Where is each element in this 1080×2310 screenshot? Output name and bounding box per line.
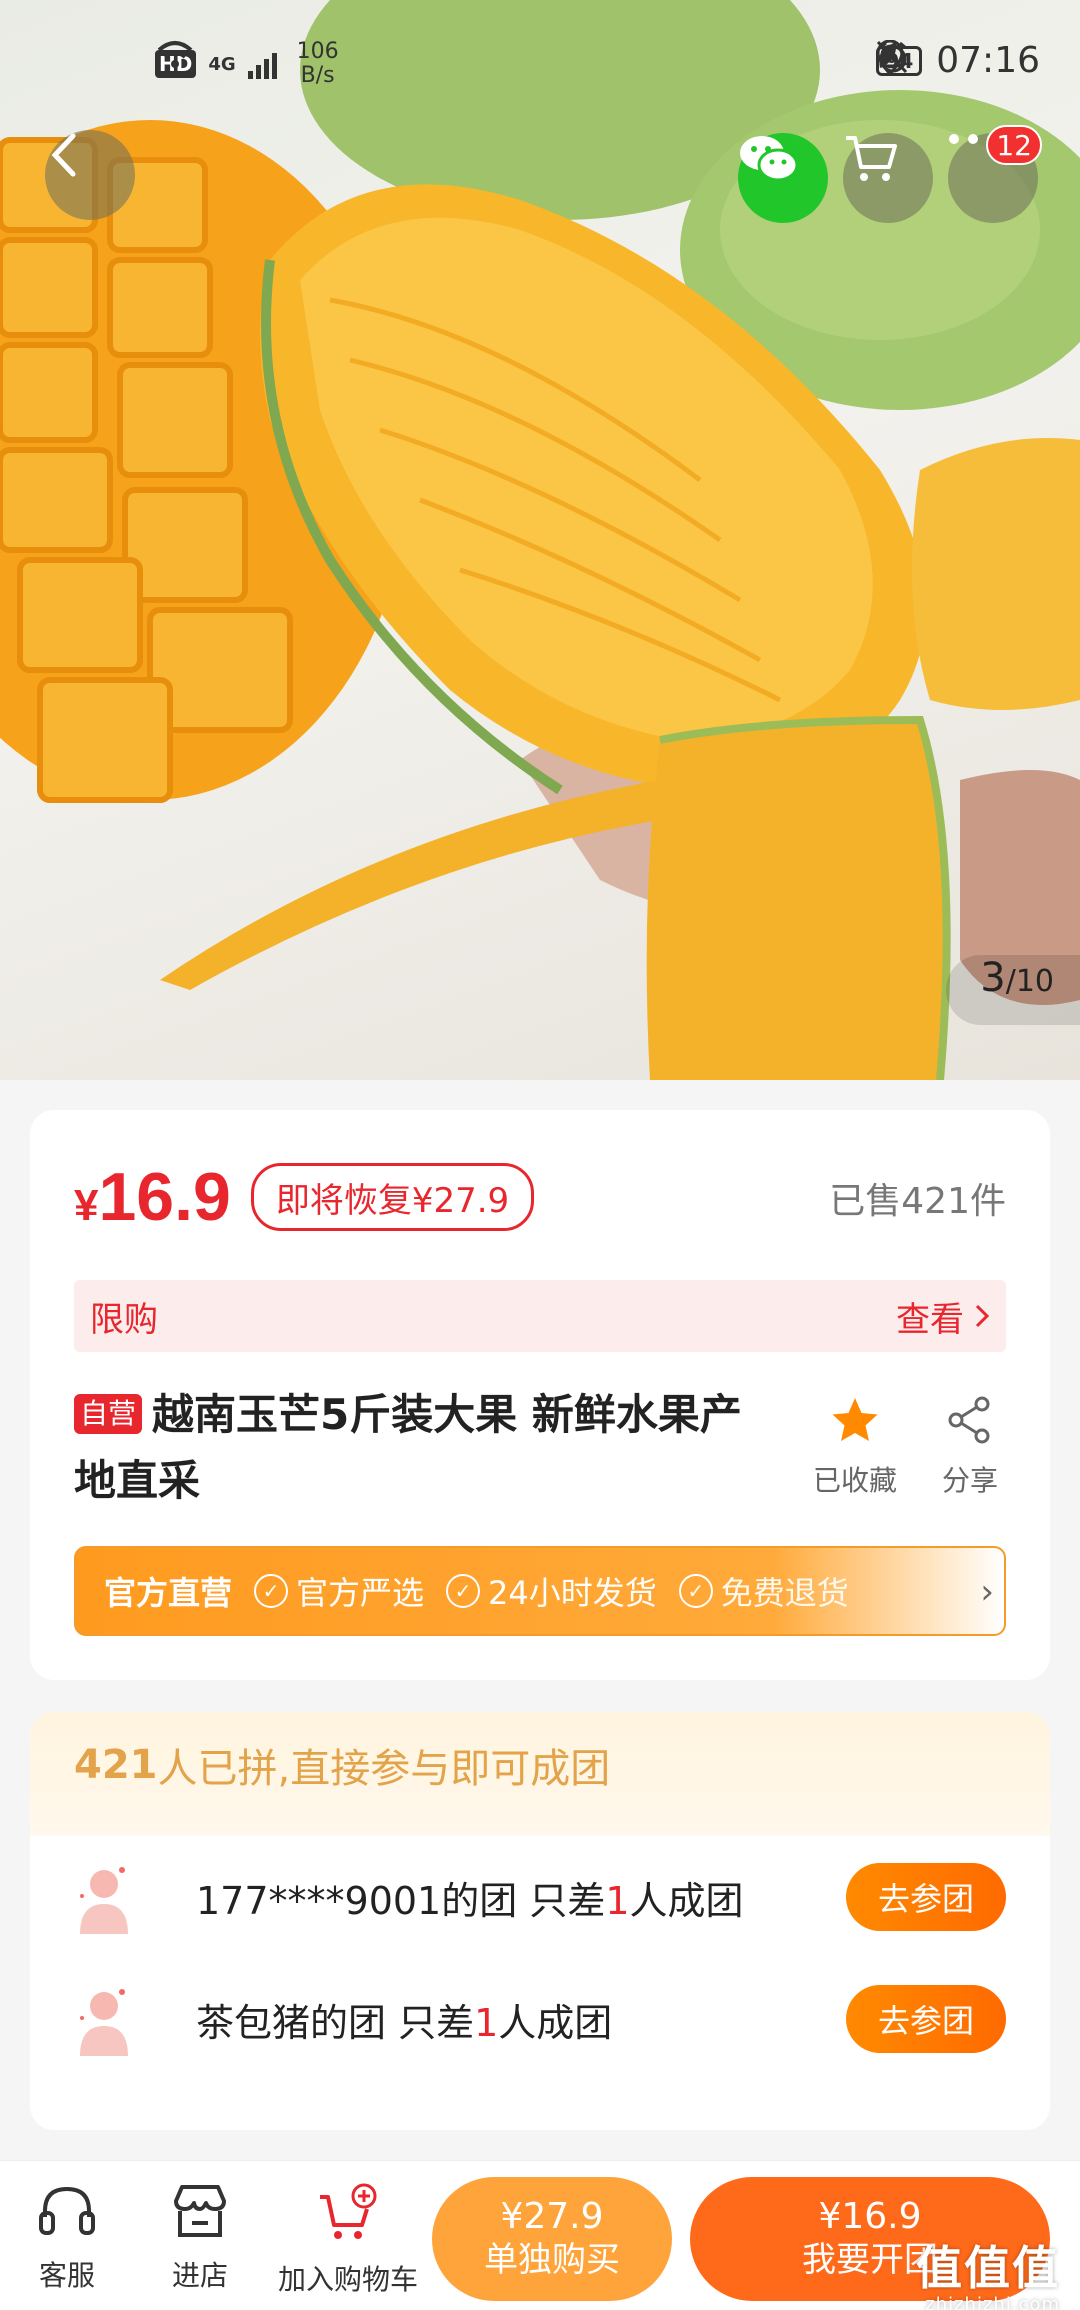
wechat-icon [740, 136, 799, 182]
user-avatar-icon [80, 1867, 128, 1934]
group-list: 177****9001的团 只差1人成团 去参团 茶包猪的团 只差1人成团 去参… [30, 1836, 1050, 2080]
share-button[interactable]: 分享 [920, 1395, 1020, 1499]
group-buy-header: 421 人已拼,直接参与即可成团 [30, 1712, 1050, 1836]
headset-icon [39, 2186, 95, 2235]
group-description: 177****9001的团 只差1人成团 [196, 1878, 744, 1923]
cart-icon [846, 136, 897, 181]
image-counter-current: 3 [980, 955, 1006, 1001]
group-row: 177****9001的团 只差1人成团 去参团 [30, 1836, 1050, 1958]
add-cart-icon [320, 2183, 377, 2239]
product-info-card: ¥16.9 即将恢复¥27.9 已售421件 限购 查看 自营 越南玉芒5斤装大果… [30, 1110, 1050, 1680]
back-button[interactable] [45, 130, 135, 220]
chevron-right-icon [975, 1304, 990, 1328]
limit-label: 限购 [90, 1299, 158, 1340]
single-price: ¥27.9 [500, 2196, 604, 2237]
chevron-right-icon: › [980, 1572, 994, 1612]
purchase-limit-bar[interactable]: 限购 查看 [74, 1280, 1006, 1352]
single-label: 单独购买 [484, 2240, 620, 2280]
customer-service-label: 客服 [38, 2259, 95, 2292]
wifi-icon [157, 41, 193, 68]
image-counter: 3 /10 [946, 955, 1080, 1025]
notification-badge: 12 [986, 125, 1042, 165]
check-circle-icon: ✓ [254, 1574, 289, 1608]
store-label: 进店 [171, 2259, 228, 2292]
wechat-share-button[interactable] [738, 133, 828, 223]
user-avatar-icon [80, 1989, 128, 2056]
group-row: 茶包猪的团 只差1人成团 去参团 [30, 1958, 1050, 2080]
favorite-button[interactable]: 已收藏 [800, 1395, 910, 1499]
add-to-cart-label: 加入购物车 [277, 2263, 418, 2296]
product-title-block: 自营 越南玉芒5斤装大果 新鲜水果产地直采 [74, 1382, 774, 1514]
share-label: 分享 [941, 1464, 998, 1497]
favorite-label: 已收藏 [812, 1464, 897, 1497]
buy-single-button[interactable]: ¥27.9 单独购买 [432, 2177, 672, 2301]
share-icon [948, 1396, 990, 1444]
leaf-icon [879, 42, 897, 68]
chevron-left-icon [51, 133, 76, 177]
feature-item: ✓ 免费退货 [678, 1568, 849, 1614]
status-bar: HD 4G 106 B/s [0, 0, 1080, 120]
group-description: 茶包猪的团 只差1人成团 [196, 2000, 613, 2045]
current-price: ¥16.9 [74, 1159, 231, 1235]
store-button[interactable]: 进店 [155, 2183, 245, 2294]
check-circle-icon: ✓ [678, 1574, 713, 1608]
join-group-button[interactable]: 去参团 [846, 1985, 1006, 2053]
network-speed: 106 B/s [296, 39, 339, 88]
signal-icon [247, 49, 277, 79]
feature-item: ✓ 24小时发货 [446, 1568, 657, 1614]
self-operated-tag: 自营 [74, 1394, 143, 1434]
official-direct-label: 官方直营 [104, 1574, 233, 1612]
site-watermark: 值值值 zhizhizhi.com [916, 2241, 1060, 2310]
service-features-bar[interactable]: 官方直营 ✓ 官方严选 ✓ 24小时发货 ✓ 免费退货 › [74, 1546, 1006, 1636]
add-to-cart-button[interactable]: 加入购物车 [268, 2183, 428, 2298]
limit-view-link[interactable]: 查看 [896, 1292, 990, 1341]
check-circle-icon: ✓ [446, 1574, 481, 1608]
product-title: 自营 越南玉芒5斤装大果 新鲜水果产地直采 [74, 1390, 742, 1505]
star-icon [832, 1398, 878, 1441]
product-image-carousel[interactable]: HD 4G 106 B/s [0, 0, 1080, 1080]
cart-button[interactable] [843, 133, 933, 223]
store-icon [174, 2185, 226, 2237]
price-restore-tag: 即将恢复¥27.9 [250, 1163, 535, 1231]
more-button[interactable]: 12 [948, 125, 1042, 223]
group-buy-card: 421 人已拼,直接参与即可成团 177****9001的团 只差1人成团 去参团… [30, 1712, 1050, 2130]
sold-count: 已售421件 [829, 1181, 1006, 1222]
clock: 07:16 [936, 40, 1040, 81]
customer-service-button[interactable]: 客服 [22, 2183, 112, 2294]
network-indicator: 4G [208, 53, 236, 75]
price-row: ¥16.9 即将恢复¥27.9 [74, 1158, 535, 1236]
image-counter-total: /10 [1005, 964, 1054, 999]
feature-item: ✓ 官方严选 [254, 1568, 424, 1614]
join-group-button[interactable]: 去参团 [846, 1863, 1006, 1931]
